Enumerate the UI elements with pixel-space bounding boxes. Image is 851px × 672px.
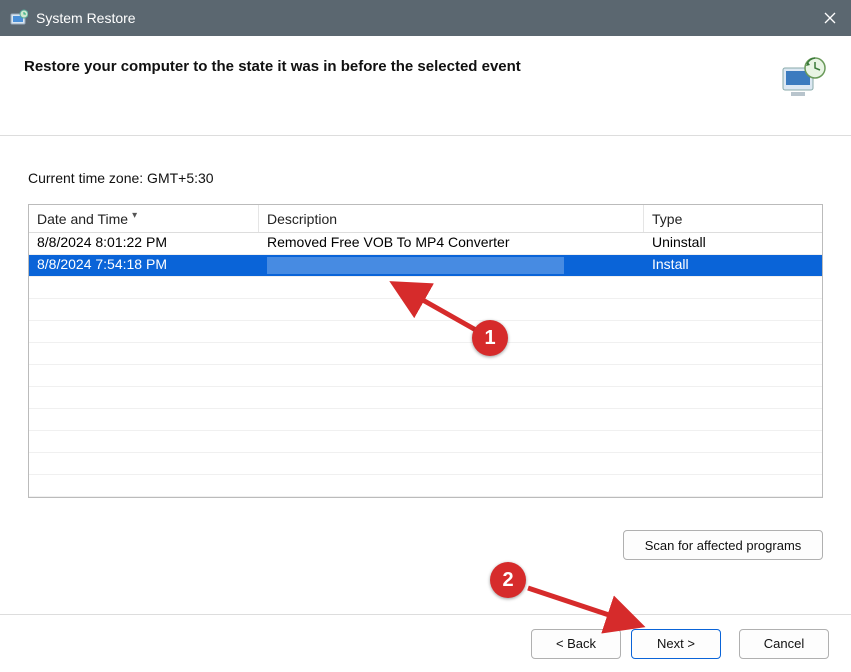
scan-affected-programs-button[interactable]: Scan for affected programs [623, 530, 823, 560]
table-empty-row [29, 475, 822, 497]
column-header-description[interactable]: Description [259, 205, 644, 232]
back-button[interactable]: < Back [531, 629, 621, 659]
column-label: Date and Time [37, 211, 128, 227]
cell-type: Uninstall [644, 233, 802, 254]
column-header-date[interactable]: Date and Time ▾ [29, 205, 259, 232]
table-empty-row [29, 299, 822, 321]
table-empty-row [29, 431, 822, 453]
table-row[interactable]: 8/8/2024 7:54:18 PM Install [29, 255, 822, 277]
table-empty-row [29, 409, 822, 431]
restore-points-table: Date and Time ▾ Description Type 8/8/202… [28, 204, 823, 498]
table-empty-row [29, 453, 822, 475]
cell-description [259, 255, 644, 276]
table-empty-row [29, 365, 822, 387]
cell-type: Install [644, 255, 802, 276]
cell-date: 8/8/2024 8:01:22 PM [29, 233, 259, 254]
column-label: Type [652, 211, 682, 227]
annotation-number: 2 [490, 562, 526, 598]
content-area: Current time zone: GMT+5:30 Date and Tim… [0, 136, 851, 560]
window-title: System Restore [36, 10, 809, 26]
table-empty-row [29, 387, 822, 409]
wizard-header: Restore your computer to the state it wa… [0, 36, 851, 136]
table-empty-row [29, 343, 822, 365]
table-row[interactable]: 8/8/2024 8:01:22 PMRemoved Free VOB To M… [29, 233, 822, 255]
column-header-type[interactable]: Type [644, 205, 802, 232]
table-empty-row [29, 321, 822, 343]
cell-description: Removed Free VOB To MP4 Converter [259, 233, 644, 254]
wizard-footer: < Back Next > Cancel [0, 614, 851, 672]
titlebar: System Restore [0, 0, 851, 36]
cancel-button[interactable]: Cancel [739, 629, 829, 659]
table-header: Date and Time ▾ Description Type [29, 205, 822, 233]
next-button[interactable]: Next > [631, 629, 721, 659]
timezone-label: Current time zone: GMT+5:30 [28, 170, 823, 186]
table-body: 8/8/2024 8:01:22 PMRemoved Free VOB To M… [29, 233, 822, 497]
system-restore-icon [10, 9, 28, 27]
close-button[interactable] [809, 0, 851, 36]
column-label: Description [267, 211, 337, 227]
table-empty-row [29, 277, 822, 299]
wizard-heading: Restore your computer to the state it wa… [24, 54, 779, 75]
annotation-badge-2: 2 [490, 562, 526, 598]
cell-date: 8/8/2024 7:54:18 PM [29, 255, 259, 276]
restore-hero-icon [779, 54, 827, 102]
sort-descending-icon: ▾ [132, 210, 137, 221]
